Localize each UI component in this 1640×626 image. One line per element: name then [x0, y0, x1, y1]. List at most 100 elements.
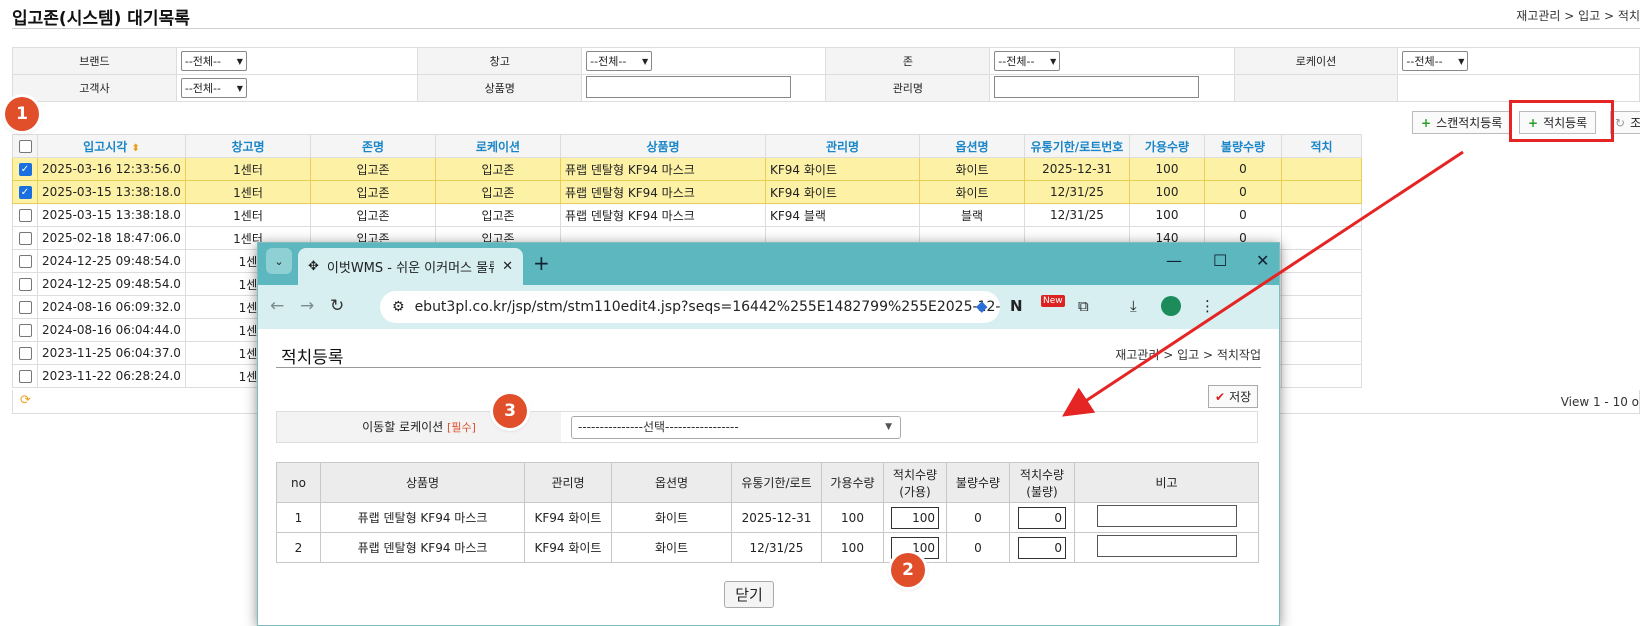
save-button[interactable]: ✔ 저장 [1208, 385, 1259, 408]
row-checkbox[interactable] [12, 272, 38, 296]
page-title: 입고존(시스템) 대기목록 [12, 9, 190, 29]
grid-cell [1281, 341, 1362, 365]
browser-tab[interactable]: ✥ 이벗WMS - 쉬운 이커머스 물류 ✕ [298, 248, 523, 285]
col-header[interactable]: 유통기한/로트번호 [1024, 134, 1130, 158]
grid-cell: 입고존 [435, 180, 561, 204]
memo-input[interactable] [1096, 535, 1237, 557]
detail-col-header: 불량수량 [946, 462, 1010, 503]
grid-cell: 입고존 [310, 203, 436, 227]
chevron-down-icon: ▼ [1458, 56, 1465, 66]
grid-cell: 퓨랩 덴탈형 KF94 마스크 [320, 502, 525, 533]
putaway-bad-qty-input[interactable]: 0 [1018, 506, 1066, 529]
grid-cell: 화이트 [919, 180, 1025, 204]
chevron-down-icon: ▼ [642, 56, 649, 66]
new-tab-button[interactable]: + [533, 251, 550, 275]
grid-cell: 1센터 [185, 180, 311, 204]
grid-cell: 입고존 [435, 203, 561, 227]
back-icon[interactable]: ← [270, 296, 284, 316]
grid-cell: 2024-08-16 06:09:32.0 [37, 295, 186, 319]
warehouse-select[interactable]: --전체-- ▼ [586, 51, 653, 71]
row-checkbox[interactable] [12, 295, 38, 319]
grid-cell: 0 [1009, 532, 1075, 563]
row-checkbox[interactable] [12, 364, 38, 388]
table-row: 2 퓨랩 덴탈형 KF94 마스크 KF94 화이트 화이트 12/31/25 100 10… [276, 532, 1259, 563]
row-checkbox[interactable] [12, 249, 38, 273]
col-header[interactable]: 적치 [1281, 134, 1362, 158]
table-row[interactable]: 2025-03-15 13:38:18.0 1센터 입고존 입고존 퓨랩 덴탈형 KF9… [12, 203, 1362, 227]
refresh-icon[interactable]: ⟳ [20, 393, 31, 408]
profile-avatar[interactable] [1161, 296, 1181, 316]
grid-cell [1074, 502, 1259, 533]
grid-cell: 화이트 [919, 157, 1025, 181]
scan-putaway-button[interactable]: + 스캔적치등록 [1412, 111, 1512, 134]
putaway-bad-qty-input[interactable]: 0 [1018, 536, 1066, 559]
site-favicon-icon: ✥ [308, 259, 319, 274]
menu-kebab-icon[interactable]: ⋮ [1200, 297, 1215, 315]
extensions-puzzle-icon[interactable]: ⧉ [1078, 297, 1089, 315]
customer-label: 고객사 [12, 74, 177, 102]
address-bar[interactable]: ⚙ ebut3pl.co.kr/jsp/stm/stm110edit4.jsp?… [380, 291, 1000, 323]
select-all-checkbox[interactable] [12, 134, 38, 158]
table-row[interactable]: ✓ 2025-03-15 13:38:18.0 1센터 입고존 입고존 퓨랩 덴탈형 KF… [12, 180, 1362, 204]
col-header[interactable]: 관리명 [765, 134, 920, 158]
close-window-button[interactable]: ✕ [1256, 251, 1269, 270]
grid-cell: 0 [1204, 180, 1282, 204]
close-tab-icon[interactable]: ✕ [502, 259, 513, 274]
close-button[interactable]: 닫기 [724, 581, 774, 608]
reload-icon[interactable]: ↻ [330, 296, 344, 316]
chevron-down-icon: ▼ [236, 83, 243, 93]
download-icon[interactable]: ⤓ [1130, 297, 1137, 315]
grid-cell: 0 [1009, 502, 1075, 533]
row-checkbox[interactable] [12, 318, 38, 342]
grid-cell: 100 [1129, 203, 1205, 227]
target-location-select[interactable]: ---------------선택----------------- ▼ [571, 416, 901, 439]
col-header[interactable]: 창고명 [185, 134, 311, 158]
maximize-button[interactable]: ☐ [1213, 251, 1227, 270]
memo-input[interactable] [1096, 505, 1237, 527]
product-input[interactable] [586, 75, 792, 98]
grid-cell: 0 [1204, 157, 1282, 181]
grid-cell: 2 [276, 532, 321, 563]
col-header[interactable]: 옵션명 [919, 134, 1025, 158]
brand-select[interactable]: --전체-- ▼ [180, 51, 247, 71]
row-checkbox[interactable] [12, 341, 38, 365]
forward-icon[interactable]: → [300, 296, 314, 316]
zone-select[interactable]: --전체-- ▼ [994, 51, 1061, 71]
highlight-box [1509, 100, 1614, 142]
grid-cell: 입고존 [435, 157, 561, 181]
tab-search-button[interactable]: ⌄ [266, 248, 292, 274]
notion-icon[interactable]: N [1010, 297, 1023, 315]
row-checkbox[interactable] [12, 203, 38, 227]
col-header[interactable]: 입고시각 ⬍ [37, 134, 186, 158]
mgmt-input[interactable] [994, 75, 1200, 98]
grid-cell: 2024-12-25 09:48:54.0 [37, 249, 186, 273]
location-select[interactable]: --전체-- ▼ [1402, 51, 1469, 71]
putaway-qty-input[interactable]: 100 [891, 506, 939, 529]
col-header[interactable]: 가용수량 [1129, 134, 1205, 158]
grid-cell [1281, 203, 1362, 227]
row-checkbox[interactable]: ✓ [12, 157, 38, 181]
minimize-button[interactable]: — [1166, 251, 1182, 270]
check-icon: ✔ [1215, 389, 1226, 404]
row-checkbox[interactable]: ✓ [12, 180, 38, 204]
popup-window: ⌄ ✥ 이벗WMS - 쉬운 이커머스 물류 ✕ + — ☐ ✕ ← → ↻ ⚙… [257, 242, 1280, 626]
col-header[interactable]: 불량수량 [1204, 134, 1282, 158]
grid-cell: 100 [1129, 157, 1205, 181]
grid-cell [1281, 295, 1362, 319]
grid-cell: 2023-11-22 06:28:24.0 [37, 364, 186, 388]
new-extension-icon[interactable]: New [1041, 295, 1065, 307]
col-header[interactable]: 로케이션 [435, 134, 561, 158]
customer-select[interactable]: --전체-- ▼ [180, 78, 247, 98]
grid-cell: 100 [821, 532, 884, 563]
grid-cell: 100 [883, 502, 947, 533]
grid-cell [1281, 157, 1362, 181]
refresh-list-button[interactable]: ↻ 조 [1610, 111, 1640, 134]
table-row[interactable]: ✓ 2025-03-16 12:33:56.0 1센터 입고존 입고존 퓨랩 덴탈형 KF… [12, 157, 1362, 181]
row-checkbox[interactable] [12, 226, 38, 250]
extension-icon[interactable]: ◆ [976, 297, 988, 315]
site-info-icon[interactable]: ⚙ [392, 299, 405, 315]
location-label: 로케이션 [1233, 47, 1399, 75]
col-header[interactable]: 존명 [310, 134, 436, 158]
grid-cell: 1센터 [185, 203, 311, 227]
col-header[interactable]: 상품명 [560, 134, 766, 158]
